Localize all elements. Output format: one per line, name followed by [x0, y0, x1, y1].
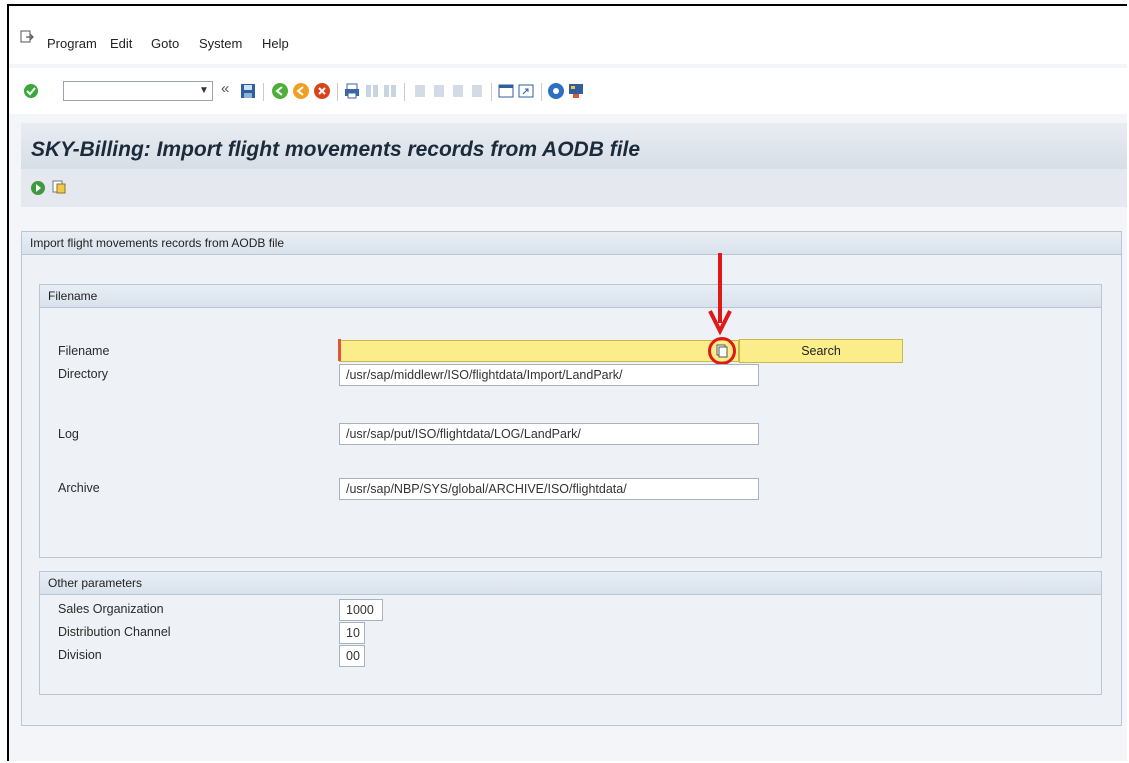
sap-window: Program Edit Goto System Help ▼ « SKY-Bi…	[7, 4, 1127, 761]
last-page-icon[interactable]	[468, 82, 486, 100]
sales-org-label: Sales Organization	[58, 602, 164, 616]
filename-group: Filename Filename Search Directory /usr/…	[39, 284, 1102, 558]
directory-input[interactable]: /usr/sap/middlewr/ISO/flightdata/Import/…	[339, 364, 759, 386]
dist-channel-label: Distribution Channel	[58, 625, 171, 639]
dist-channel-input[interactable]: 10	[339, 622, 365, 644]
other-parameters-title: Other parameters	[40, 572, 1101, 595]
page-title: SKY-Billing: Import flight movements rec…	[31, 138, 641, 161]
other-parameters-group: Other parameters Sales Organization 1000…	[39, 571, 1102, 695]
menu-goto[interactable]: Goto	[151, 36, 179, 51]
main-group: Import flight movements records from AOD…	[21, 231, 1122, 726]
directory-label: Directory	[58, 367, 109, 381]
filename-label: Filename	[58, 344, 110, 358]
filename-group-title: Filename	[40, 285, 1101, 308]
find-next-icon[interactable]	[381, 82, 399, 100]
main-group-title: Import flight movements records from AOD…	[22, 232, 1121, 255]
division-input[interactable]: 00	[339, 645, 365, 667]
toolbar-separator	[541, 83, 542, 101]
application-toolbar	[21, 169, 1127, 207]
annotation-circle	[708, 337, 736, 365]
check-icon[interactable]	[23, 83, 39, 99]
help-icon[interactable]	[547, 82, 565, 100]
search-button[interactable]: Search	[739, 339, 903, 363]
required-marker	[338, 339, 341, 361]
log-label: Log	[58, 427, 79, 441]
archive-label: Archive	[58, 481, 100, 495]
menu-system[interactable]: System	[199, 36, 242, 51]
shortcut-icon[interactable]	[517, 82, 535, 100]
customize-layout-icon[interactable]	[567, 82, 585, 100]
menu-help[interactable]: Help	[262, 36, 289, 51]
variant-icon[interactable]	[51, 179, 67, 195]
toolbar-separator	[404, 83, 405, 101]
division-label: Division	[58, 648, 102, 662]
menu-entry-icon[interactable]	[20, 30, 34, 44]
chevron-down-icon[interactable]: ▼	[199, 85, 209, 96]
prev-page-icon[interactable]	[430, 82, 448, 100]
command-field[interactable]	[63, 81, 213, 101]
back-icon[interactable]	[271, 82, 289, 100]
toolbar-separator	[337, 83, 338, 101]
sales-org-input[interactable]: 1000	[339, 599, 383, 621]
execute-icon[interactable]	[30, 180, 46, 196]
toolbar-separator	[491, 83, 492, 101]
exit-icon[interactable]	[292, 82, 310, 100]
back-arrows-icon[interactable]: «	[221, 80, 229, 97]
annotation-arrow-icon	[708, 253, 732, 336]
cancel-icon[interactable]	[313, 82, 331, 100]
save-icon[interactable]	[239, 82, 257, 100]
find-icon[interactable]	[363, 82, 381, 100]
toolbar-separator	[263, 83, 264, 101]
menu-bar: Program Edit Goto System Help	[9, 6, 1127, 64]
menu-program[interactable]: Program	[47, 36, 97, 51]
new-session-icon[interactable]	[497, 82, 515, 100]
next-page-icon[interactable]	[449, 82, 467, 100]
filename-input[interactable]	[339, 340, 739, 362]
log-input[interactable]: /usr/sap/put/ISO/flightdata/LOG/LandPark…	[339, 423, 759, 445]
archive-input[interactable]: /usr/sap/NBP/SYS/global/ARCHIVE/ISO/flig…	[339, 478, 759, 500]
print-icon[interactable]	[343, 82, 361, 100]
title-bar: SKY-Billing: Import flight movements rec…	[21, 123, 1127, 169]
menu-edit[interactable]: Edit	[110, 36, 132, 51]
first-page-icon[interactable]	[411, 82, 429, 100]
